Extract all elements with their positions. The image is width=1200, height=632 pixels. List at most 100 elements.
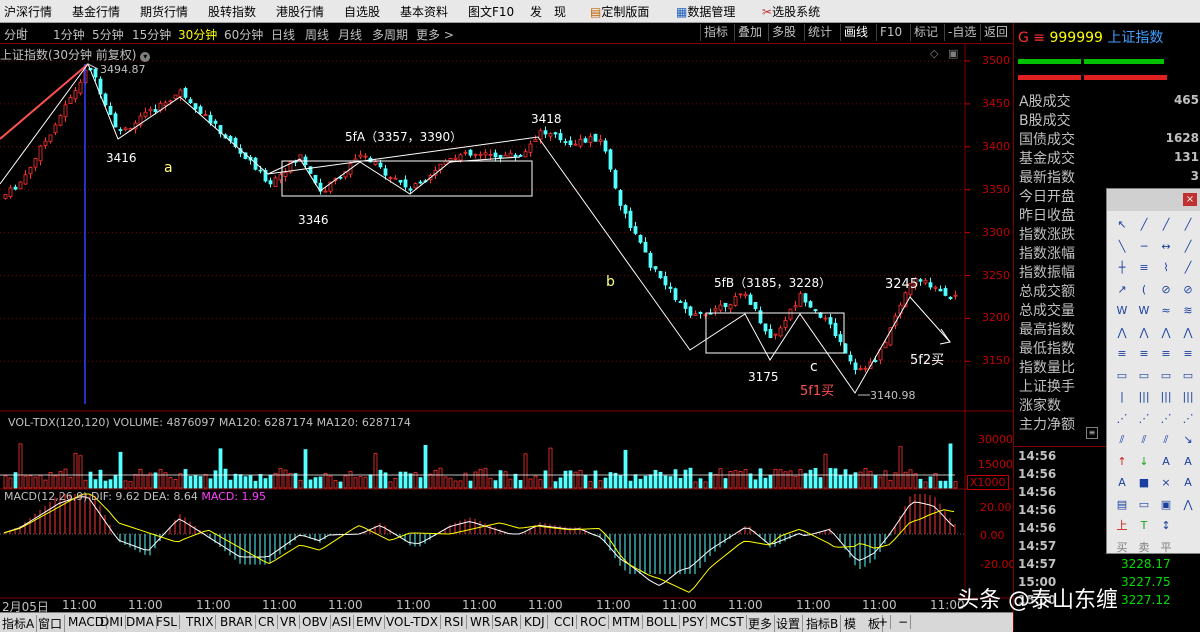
menu-fund[interactable]: 基金行情 (72, 3, 120, 20)
draw-tool-icon[interactable]: A (1113, 475, 1131, 491)
draw-tool-icon[interactable]: W (1113, 303, 1131, 319)
draw-tool-icon[interactable]: A (1179, 475, 1197, 491)
draw-tool-icon[interactable]: ⋀ (1157, 325, 1175, 341)
indicator-tab[interactable]: 更多 (748, 615, 776, 632)
period-30min[interactable]: 30分钟 (178, 26, 217, 43)
indicator-tab[interactable]: RSI (444, 615, 467, 629)
btn-mark[interactable]: 标记 (910, 24, 941, 41)
draw-tool-icon[interactable]: ≈ (1157, 303, 1175, 319)
indicator-tab[interactable]: CCI (554, 615, 578, 629)
draw-tool-icon[interactable]: ⋰ (1179, 411, 1197, 427)
indicator-tab[interactable]: BOLL (646, 615, 680, 629)
indicator-tab[interactable]: ASI (332, 615, 355, 629)
draw-tool-icon[interactable]: ▭ (1157, 368, 1175, 384)
indicator-tab[interactable]: MTM (612, 615, 644, 629)
indicator-tab[interactable]: 窗口 (38, 615, 66, 632)
draw-tool-icon[interactable]: T (1135, 518, 1153, 534)
draw-tool-icon[interactable]: ↕ (1157, 518, 1175, 534)
draw-tool-icon[interactable]: ▭ (1113, 368, 1131, 384)
btn-indicator[interactable]: 指标 (700, 24, 731, 41)
draw-tool-icon[interactable]: ≋ (1179, 303, 1197, 319)
period-multi[interactable]: 多周期 (372, 26, 408, 43)
btn-back[interactable]: 返回 (980, 24, 1011, 41)
indicator-tab[interactable]: SAR (494, 615, 522, 629)
draw-tool-icon[interactable]: ≡ (1113, 346, 1131, 362)
indicator-tab[interactable]: KDJ (524, 615, 548, 629)
draw-tool-icon[interactable]: ≡ (1135, 260, 1153, 276)
indicator-tab[interactable]: CR (258, 615, 278, 629)
draw-tool-icon[interactable]: ╱ (1179, 260, 1197, 276)
menu-stock-screen[interactable]: ✂选股系统 (762, 3, 820, 20)
btn-multi-stock[interactable]: 多股 (768, 24, 799, 41)
draw-tool-icon[interactable]: ⋰ (1135, 411, 1153, 427)
draw-tool-icon[interactable]: A (1157, 454, 1175, 470)
draw-tool-icon[interactable]: ↑ (1113, 454, 1131, 470)
indicator-tab[interactable]: WR (470, 615, 494, 629)
period-monthly[interactable]: 月线 (338, 26, 362, 43)
draw-tool-icon[interactable]: ⊘ (1157, 282, 1175, 298)
btn-f10[interactable]: F10 (876, 24, 905, 41)
draw-tool-icon[interactable]: ||| (1179, 389, 1197, 405)
indicator-tab[interactable]: PSY (682, 615, 708, 629)
draw-tool-icon[interactable]: ⋀ (1179, 497, 1197, 513)
period-5min[interactable]: 5分钟 (92, 26, 124, 43)
draw-tool-icon[interactable]: 上 (1113, 518, 1131, 534)
draw-tool-icon[interactable]: ╱ (1157, 217, 1175, 233)
indicator-tab[interactable]: ROC (580, 615, 610, 629)
draw-tool-icon[interactable]: W (1135, 303, 1153, 319)
indicator-tab[interactable]: FSL (156, 615, 180, 629)
btn-remove-watch[interactable]: -自选 (944, 24, 979, 41)
indicator-tab[interactable]: BRAR (220, 615, 256, 629)
draw-tool-icon[interactable]: ↔ (1157, 239, 1175, 255)
draw-tool-icon[interactable]: ||| (1157, 389, 1175, 405)
indicator-tab[interactable]: 指标B (806, 615, 842, 632)
btn-overlay[interactable]: 叠加 (734, 24, 765, 41)
draw-tool-icon[interactable]: ( (1135, 282, 1153, 298)
kline-chart-area[interactable]: 3494.87 3416 a 5fA（3357，3390） 3346 3418 b 5fB（3… (0, 44, 1013, 612)
menu-custom-layout[interactable]: ▤定制版面 (590, 3, 649, 20)
menu-futures[interactable]: 期货行情 (140, 3, 188, 20)
indicator-tab[interactable]: MCST (710, 615, 747, 629)
draw-tool-icon[interactable]: ╱ (1179, 217, 1197, 233)
menu-f10[interactable]: 图文F10 (468, 3, 514, 20)
draw-tool-icon[interactable]: ↖ (1113, 217, 1131, 233)
draw-tool-icon[interactable]: ⫽ (1157, 432, 1175, 448)
indicator-tab[interactable]: VOL-TDX (386, 615, 441, 629)
draw-tool-icon[interactable]: ▭ (1135, 497, 1153, 513)
btn-draw-line[interactable]: 画线 (840, 24, 871, 41)
draw-tool-icon[interactable]: ≡ (1179, 346, 1197, 362)
draw-tool-icon[interactable]: 卖 (1135, 540, 1153, 556)
draw-tool-icon[interactable]: 买 (1113, 540, 1131, 556)
btn-stats[interactable]: 统计 (804, 24, 835, 41)
menu-market-shsz[interactable]: 沪深行情 (4, 3, 52, 20)
draw-tool-icon[interactable]: ┼ (1113, 260, 1131, 276)
period-60min[interactable]: 60分钟 (224, 26, 263, 43)
indicator-tab[interactable]: EMV (356, 615, 386, 629)
menu-data-manage[interactable]: ▦数据管理 (676, 3, 735, 20)
draw-tool-icon[interactable]: ||| (1135, 389, 1153, 405)
chevron-down-icon[interactable]: ▾ (140, 52, 151, 62)
draw-tool-icon[interactable]: ╱ (1179, 239, 1197, 255)
indicator-tab[interactable]: DMA (126, 615, 157, 629)
close-icon[interactable]: × (1183, 193, 1197, 206)
draw-tool-icon[interactable]: ⫽ (1113, 432, 1131, 448)
indicator-tab[interactable]: OBV (302, 615, 331, 629)
draw-tool-icon[interactable]: ⫽ (1135, 432, 1153, 448)
period-weekly[interactable]: 周线 (305, 26, 329, 43)
draw-tool-icon[interactable]: ─ (1135, 239, 1153, 255)
draw-tool-icon[interactable]: | (1113, 389, 1131, 405)
draw-tool-icon[interactable]: ⋰ (1113, 411, 1131, 427)
quote-header[interactable]: G ≡ 999999 上证指数 (1018, 27, 1163, 47)
draw-tool-icon[interactable]: 平 (1157, 540, 1175, 556)
draw-tool-icon[interactable]: ▤ (1113, 497, 1131, 513)
menu-hk[interactable]: 港股行情 (276, 3, 324, 20)
draw-tool-icon[interactable]: ⌇ (1157, 260, 1175, 276)
menu-watchlist[interactable]: 自选股 (344, 3, 380, 20)
draw-tool-icon[interactable]: A (1179, 454, 1197, 470)
indicator-tab[interactable]: DMI (100, 615, 127, 629)
draw-tool-icon[interactable]: ≡ (1135, 346, 1153, 362)
draw-tool-icon[interactable]: ⋀ (1179, 325, 1197, 341)
maximize-icon[interactable]: ▣ (948, 47, 958, 60)
draw-tool-icon[interactable]: ⋀ (1135, 325, 1153, 341)
indicator-tab[interactable]: TRIX (186, 615, 217, 629)
